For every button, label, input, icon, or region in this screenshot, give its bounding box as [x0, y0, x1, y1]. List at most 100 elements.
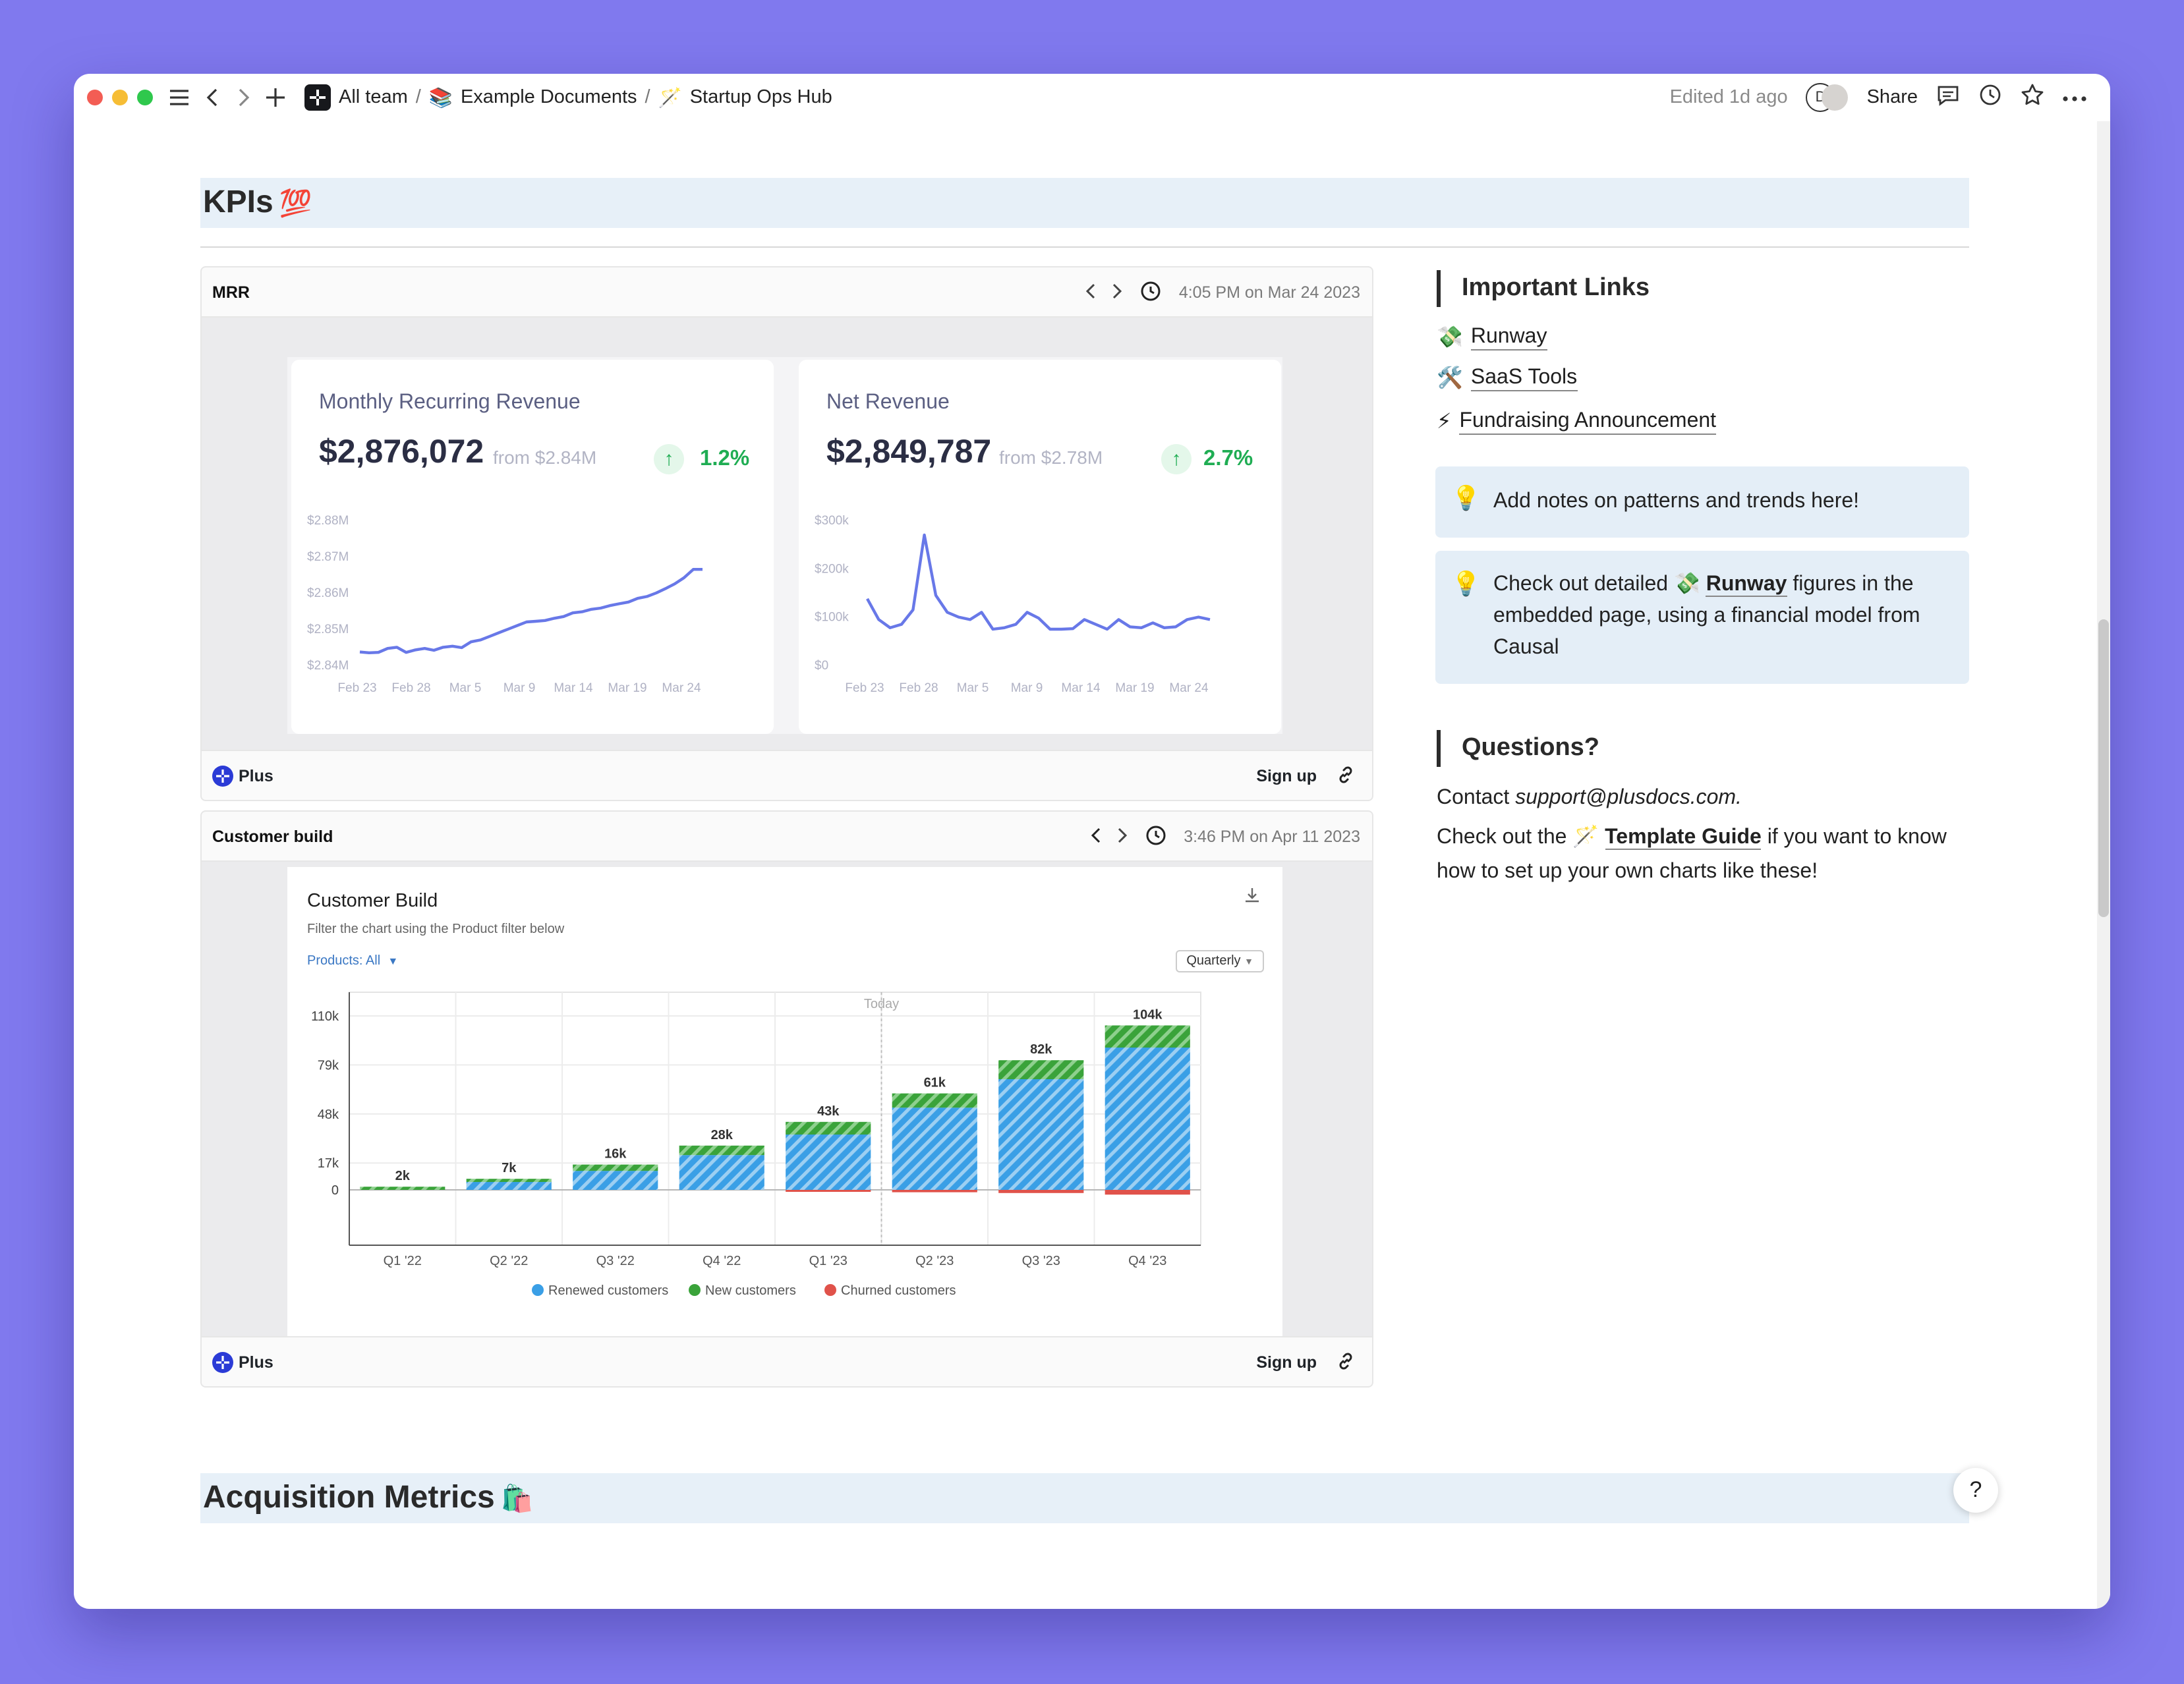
- snapshot-timestamp: 4:05 PM on Mar 24 2023: [1178, 283, 1360, 302]
- breadcrumb: All team / 📚 Example Documents / 🪄 Start…: [304, 74, 832, 121]
- link-icon[interactable]: [1335, 1350, 1356, 1375]
- breadcrumb-example-documents[interactable]: Example Documents: [461, 87, 637, 108]
- net-revenue-line-chart: $0 $100k $200k $300k Feb 23 Feb 28 Mar 5 Mar 9 M…: [815, 514, 1211, 695]
- kpi-change: 2.7%: [1203, 447, 1253, 470]
- lightbulb-icon: 💡: [1451, 485, 1481, 511]
- minimize-window-button[interactable]: [112, 90, 128, 105]
- more-icon[interactable]: [2063, 87, 2086, 108]
- x-tick-label: Mar 5: [449, 681, 482, 695]
- embed-header: MRR 4:05 PM on Mar 24 2023: [202, 267, 1372, 318]
- sign-up-button[interactable]: Sign up: [1256, 767, 1317, 785]
- kpi-change: 1.2%: [700, 447, 750, 470]
- new-bar: [786, 1121, 871, 1135]
- scrollbar-thumb[interactable]: [2098, 619, 2109, 917]
- x-tick-label: Feb 28: [899, 681, 938, 695]
- plus-brand[interactable]: Plus: [239, 1353, 273, 1371]
- next-snapshot-icon[interactable]: [1118, 827, 1128, 847]
- menu-icon[interactable]: [166, 83, 192, 112]
- kpi-section-header: KPIs 💯: [200, 178, 1969, 228]
- share-button[interactable]: Share: [1867, 87, 1918, 108]
- new-bar: [892, 1093, 977, 1108]
- prev-snapshot-icon[interactable]: [1085, 283, 1096, 302]
- new-bar: [360, 1187, 445, 1190]
- new-page-icon[interactable]: [265, 83, 286, 112]
- star-icon[interactable]: [2021, 83, 2044, 112]
- kpi-value: $2,849,787: [826, 434, 992, 470]
- lightbulb-icon: 💡: [1451, 571, 1481, 597]
- guide-text-start: Check out the: [1437, 826, 1567, 849]
- y-tick-label: $100k: [815, 611, 849, 625]
- embed-footer: Plus Sign up: [202, 750, 1372, 800]
- link-fundraising-announcement[interactable]: ⚡ Fundraising Announcement: [1437, 408, 1717, 435]
- arrow-up-icon: ↑: [1161, 444, 1192, 474]
- x-tick-label: Mar 24: [1169, 681, 1209, 695]
- renewed-bar: [679, 1155, 764, 1190]
- x-tick-label: Mar 14: [554, 681, 593, 695]
- new-bar: [466, 1179, 552, 1182]
- embed-header: Customer build 3:46 PM on Apr 11 2023: [202, 812, 1372, 862]
- link-label: Fundraising Announcement: [1459, 409, 1717, 434]
- clock-icon[interactable]: [1141, 280, 1162, 305]
- renewed-bar: [786, 1135, 871, 1190]
- renewed-bar: [573, 1171, 658, 1190]
- series-line: [359, 568, 703, 654]
- x-tick-label: Q1 '22: [384, 1254, 422, 1268]
- collaborators[interactable]: D: [1806, 83, 1849, 112]
- workspace-logo-icon: [304, 84, 331, 111]
- callout-text: Add notes on patterns and trends here!: [1493, 490, 1860, 513]
- close-window-button[interactable]: [87, 90, 103, 105]
- back-icon[interactable]: [203, 83, 221, 112]
- link-runway[interactable]: 💸 Runway: [1437, 324, 1547, 351]
- bar-total-label: 82k: [1030, 1042, 1052, 1057]
- x-tick-label: Feb 28: [391, 681, 430, 695]
- forward-icon[interactable]: [235, 83, 253, 112]
- bar-total-label: 2k: [395, 1169, 411, 1183]
- template-guide-link[interactable]: Template Guide: [1605, 826, 1762, 850]
- comment-icon[interactable]: [1936, 84, 1960, 111]
- guide-paragraph: Check out the 🪄 Template Guide if you wa…: [1437, 821, 1964, 889]
- documents-emoji-icon: 📚: [428, 88, 453, 109]
- y-tick-label: $2.86M: [307, 586, 349, 600]
- renewed-bar: [892, 1108, 977, 1190]
- x-tick-label: Mar 24: [662, 681, 701, 695]
- new-bar: [998, 1060, 1084, 1079]
- scrollbar[interactable]: [2097, 121, 2110, 1609]
- y-tick-label: 48k: [318, 1108, 339, 1122]
- money-emoji-icon: 💸: [1673, 573, 1700, 596]
- churned-bar: [998, 1190, 1084, 1193]
- arrow-up-icon: ↑: [654, 444, 684, 474]
- x-tick-label: Mar 9: [503, 681, 536, 695]
- link-saas-tools[interactable]: 🛠️ SaaS Tools: [1437, 365, 1578, 391]
- prev-snapshot-icon[interactable]: [1090, 827, 1101, 847]
- help-button[interactable]: ?: [1953, 1468, 1998, 1513]
- x-tick-label: Mar 5: [957, 681, 989, 695]
- breadcrumb-all-team[interactable]: All team: [339, 87, 408, 108]
- bar-total-label: 16k: [604, 1147, 627, 1162]
- toolbar-right: Edited 1d ago D Share: [1670, 74, 2086, 121]
- renewed-bar: [466, 1182, 552, 1190]
- history-icon[interactable]: [1978, 83, 2002, 112]
- bar-total-label: 28k: [711, 1128, 733, 1142]
- clock-icon[interactable]: [1145, 824, 1166, 849]
- next-snapshot-icon[interactable]: [1113, 283, 1124, 302]
- breadcrumb-startup-ops-hub[interactable]: Startup Ops Hub: [690, 87, 832, 108]
- support-email[interactable]: support@plusdocs.com.: [1515, 787, 1742, 809]
- divider: [200, 246, 1969, 248]
- kpi-previous: from $2.78M: [999, 447, 1103, 468]
- new-bar: [1105, 1025, 1190, 1048]
- sign-up-button[interactable]: Sign up: [1256, 1353, 1317, 1372]
- maximize-window-button[interactable]: [137, 90, 153, 105]
- y-tick-label: $2.84M: [307, 659, 349, 673]
- today-label: Today: [864, 997, 899, 1011]
- customer-build-chart-panel: Customer Build Filter the chart using th…: [287, 867, 1282, 1360]
- x-tick-label: Mar 19: [1115, 681, 1154, 695]
- legend-label: Renewed customers: [548, 1283, 668, 1298]
- edited-status: Edited 1d ago: [1669, 87, 1788, 108]
- link-icon[interactable]: [1335, 764, 1356, 789]
- magic-wand-emoji-icon: 🪄: [658, 88, 682, 109]
- y-tick-label: $200k: [815, 562, 849, 576]
- x-tick-label: Q4 '22: [703, 1254, 741, 1268]
- plus-brand[interactable]: Plus: [239, 766, 273, 785]
- runway-inline-link[interactable]: Runway: [1706, 573, 1787, 597]
- plus-logo-icon: [212, 765, 233, 786]
